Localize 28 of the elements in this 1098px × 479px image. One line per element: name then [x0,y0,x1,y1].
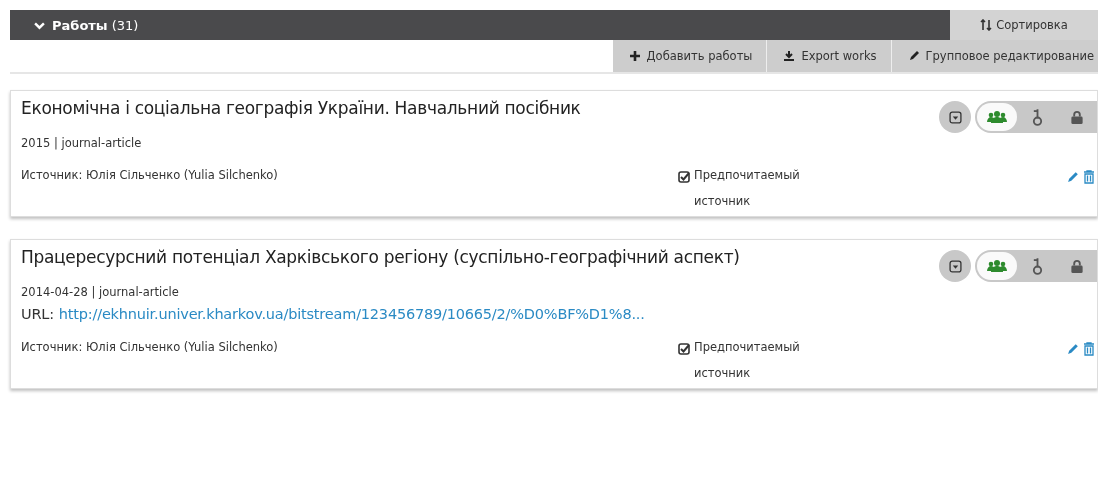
preferred-source-label: Предпочитаемый источник [694,167,801,210]
add-button[interactable]: Добавить работы [612,40,768,72]
export-button[interactable]: Export works [767,40,892,72]
section-title: Работы (31) [52,17,139,33]
sort-icon [980,19,993,31]
group-icon[interactable] [977,103,1017,131]
dropdown-icon[interactable] [939,250,971,282]
download-icon [783,50,796,62]
work-meta: 2015 | journal-article [21,136,143,150]
dropdown-icon[interactable] [939,101,971,133]
works-header[interactable]: Работы (31) [10,10,950,40]
pencil-icon [907,50,920,62]
preferred-source-label: Предпочитаемый источник [694,339,801,382]
delete-icon[interactable] [1083,342,1095,356]
delete-icon[interactable] [1083,170,1095,184]
url-link[interactable]: http://ekhnuir.univer.kharkov.ua/bitstream/123456789/10665/2/%D0%BF%D1%8... [58,306,645,322]
source-text: Источник: Юлія Сільченко (Yulia Silchenko) [21,168,279,182]
edit-icon[interactable] [1067,170,1080,183]
edit-icon[interactable] [1067,342,1080,355]
edit-button[interactable]: Групповое редактирование [891,40,1098,72]
work-meta: 2014-04-28 | journal-article [21,285,180,299]
work-title: Економічна і соціальна географія України. Навчальний посібник [21,97,581,120]
group-icon[interactable] [977,252,1017,280]
source-text: Источник: Юлія Сільченко (Yulia Silchenko) [21,340,279,354]
url-label: URL: [21,306,54,322]
work-title: Працересурсний потенціал Харківського регіону (суспільно-географічний аспект) [21,246,740,269]
sort-button[interactable]: Сортировка [950,10,1098,40]
plus-icon [628,50,641,62]
